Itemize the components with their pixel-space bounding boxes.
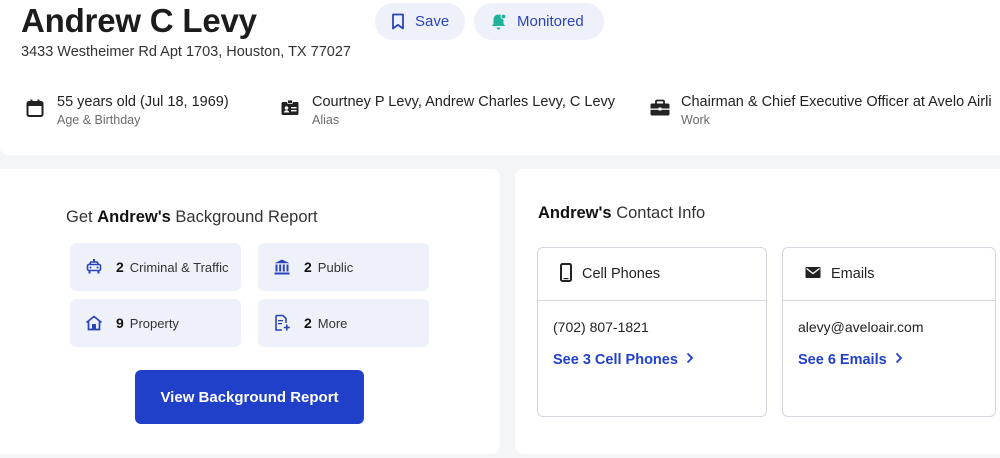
person-name: Andrew C Levy [21,2,257,39]
work-info: Chairman & Chief Executive Officer at Av… [649,94,992,127]
chevron-right-icon [895,352,903,368]
monitored-button[interactable]: Monitored [474,3,604,40]
criminal-traffic-tile[interactable]: 2 Criminal & Traffic [70,243,241,291]
background-report-card: Get Andrew's Background Report 2 Crimina… [0,169,500,454]
title-suffix: Background Report [175,208,318,226]
tile-count: 2 [304,315,312,331]
monitored-label: Monitored [517,13,584,30]
age-birthday-info: 55 years old (Jul 18, 1969) Age & Birthd… [25,94,229,127]
see-emails-label: See 6 Emails [798,352,887,368]
tile-label: More [317,315,348,331]
work-label: Work [681,113,710,127]
house-icon [84,313,104,333]
save-button[interactable]: Save [375,3,465,40]
tile-label: Property [129,315,179,331]
emails-header: Emails [783,248,995,301]
emails-heading: Emails [831,266,875,282]
contact-title-suffix: Contact Info [616,204,706,222]
bell-icon [490,13,507,31]
cell-phones-heading: Cell Phones [582,266,661,282]
alias-info: Courtney P Levy, Andrew Charles Levy, C … [280,94,615,127]
tile-count: 9 [116,315,124,331]
tile-count: 2 [304,259,312,275]
view-background-report-button[interactable]: View Background Report [135,370,364,424]
id-card-icon [280,98,300,118]
age-value: 55 years old (Jul 18, 1969) [57,94,229,110]
cell-phones-box: Cell Phones (702) 807-1821 See 3 Cell Ph… [537,247,767,417]
alias-value: Courtney P Levy, Andrew Charles Levy, C … [312,94,616,110]
background-report-title: Get Andrew's Background Report [66,208,318,227]
calendar-icon [25,98,45,118]
tile-label: Criminal & Traffic [129,259,229,275]
courthouse-icon [272,257,292,277]
age-label: Age & Birthday [57,113,141,127]
contact-title-name: Andrew's [538,204,612,222]
property-tile[interactable]: 9 Property [70,299,241,347]
police-car-icon [84,257,104,277]
phone-number[interactable]: (702) 807-1821 [553,319,649,335]
briefcase-icon [649,98,670,118]
public-tile[interactable]: 2 Public [258,243,429,291]
contact-info-title: Andrew's Contact Info [538,204,705,223]
envelope-icon [805,266,821,283]
chevron-right-icon [686,352,694,368]
more-tile[interactable]: 2 More [258,299,429,347]
mobile-phone-icon [560,262,572,286]
tile-count: 2 [116,259,124,275]
see-emails-link[interactable]: See 6 Emails [798,352,903,368]
document-plus-icon [272,313,292,333]
contact-info-card: Andrew's Contact Info Cell Phones (702) … [515,169,1000,454]
work-value: Chairman & Chief Executive Officer at Av… [681,94,992,110]
see-cell-phones-label: See 3 Cell Phones [553,352,678,368]
title-prefix: Get [66,208,93,226]
alias-label: Alias [312,113,340,127]
person-address: 3433 Westheimer Rd Apt 1703, Houston, TX… [21,44,351,60]
cell-phones-header: Cell Phones [538,248,766,301]
tile-label: Public [317,259,354,275]
email-address[interactable]: alevy@aveloair.com [798,319,924,335]
title-name: Andrew's [97,208,171,226]
bookmark-icon [391,13,405,30]
save-label: Save [415,13,450,30]
see-cell-phones-link[interactable]: See 3 Cell Phones [553,352,694,368]
emails-box: Emails alevy@aveloair.com See 6 Emails [782,247,996,417]
profile-header: Andrew C Levy 3433 Westheimer Rd Apt 170… [0,0,1000,155]
